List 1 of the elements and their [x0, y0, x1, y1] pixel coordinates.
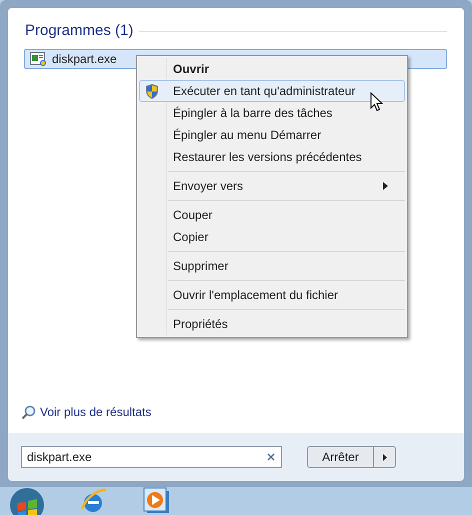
- section-heading: Programmes (1): [25, 21, 134, 41]
